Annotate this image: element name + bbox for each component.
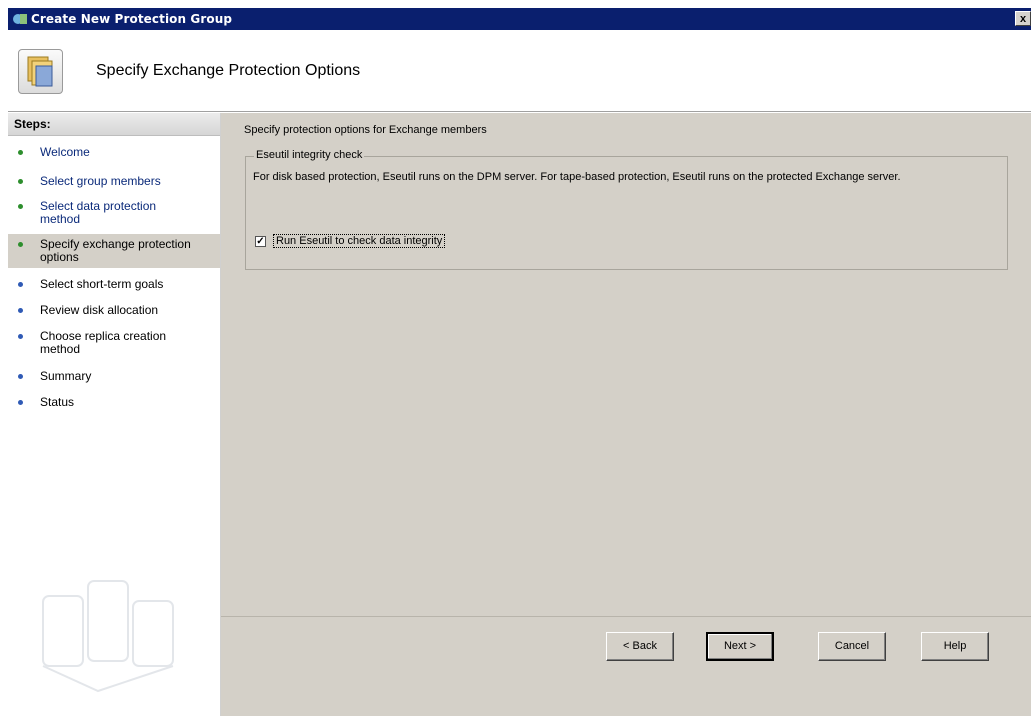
folders-icon — [27, 56, 53, 87]
step-select-short-term-goals[interactable]: Select short-term goals — [8, 274, 220, 295]
step-status[interactable]: Status — [8, 392, 220, 413]
back-button[interactable]: < Back — [606, 632, 674, 661]
eseutil-checkbox-label[interactable]: Run Eseutil to check data integrity — [273, 234, 446, 248]
step-bullet-icon — [18, 334, 23, 339]
step-bullet-icon — [18, 374, 23, 379]
step-label: Review disk allocation — [40, 303, 159, 317]
step-label: Summary — [40, 369, 92, 383]
step-label: Choose replica creation method — [40, 329, 167, 356]
footer-divider — [221, 616, 1031, 617]
step-label: Status — [40, 395, 75, 409]
next-button[interactable]: Next > — [706, 632, 774, 661]
step-label: Select data protection method — [40, 199, 157, 226]
eseutil-groupbox: Eseutil integrity check For disk based p… — [245, 149, 1008, 270]
step-label: Specify exchange protection options — [40, 237, 191, 264]
step-bullet-icon — [18, 179, 23, 184]
servers-watermark-icon — [42, 580, 174, 693]
step-label: Select short-term goals — [40, 277, 164, 291]
title-bar: Create New Protection Group x — [8, 8, 1031, 30]
step-label: Welcome — [40, 145, 90, 159]
window-title: Create New Protection Group — [31, 12, 233, 26]
groupbox-description: For disk based protection, Eseutil runs … — [253, 171, 901, 183]
eseutil-checkbox-row[interactable]: ✓ Run Eseutil to check data integrity — [255, 234, 446, 248]
main-panel: Specify protection options for Exchange … — [221, 113, 1031, 716]
close-button[interactable]: x — [1015, 11, 1031, 26]
intro-text: Specify protection options for Exchange … — [244, 124, 487, 136]
wizard-header: Specify Exchange Protection Options — [8, 30, 1031, 110]
step-specify-exchange-protection-options[interactable]: Specify exchange protection options — [8, 234, 220, 268]
steps-heading: Steps: — [8, 113, 220, 136]
protection-group-icon — [18, 49, 63, 94]
steps-sidebar: Steps: Welcome Select group members Sele… — [8, 113, 221, 716]
step-bullet-icon — [18, 242, 23, 247]
step-select-group-members[interactable]: Select group members — [8, 171, 220, 192]
step-label: Select group members — [40, 174, 161, 188]
step-choose-replica-creation-method[interactable]: Choose replica creation method — [8, 326, 220, 360]
step-summary[interactable]: Summary — [8, 366, 220, 387]
eseutil-checkbox[interactable]: ✓ — [255, 235, 266, 247]
step-bullet-icon — [18, 282, 23, 287]
groupbox-title: Eseutil integrity check — [254, 149, 365, 161]
dpm-app-icon — [13, 14, 27, 24]
step-bullet-icon — [18, 400, 23, 405]
step-review-disk-allocation[interactable]: Review disk allocation — [8, 300, 220, 321]
step-bullet-icon — [18, 204, 23, 209]
page-title: Specify Exchange Protection Options — [96, 62, 361, 79]
step-bullet-icon — [18, 308, 23, 313]
step-welcome[interactable]: Welcome — [8, 142, 220, 163]
help-button[interactable]: Help — [921, 632, 989, 661]
cancel-button[interactable]: Cancel — [818, 632, 886, 661]
step-bullet-icon — [18, 150, 23, 155]
step-select-data-protection-method[interactable]: Select data protection method — [8, 196, 186, 230]
